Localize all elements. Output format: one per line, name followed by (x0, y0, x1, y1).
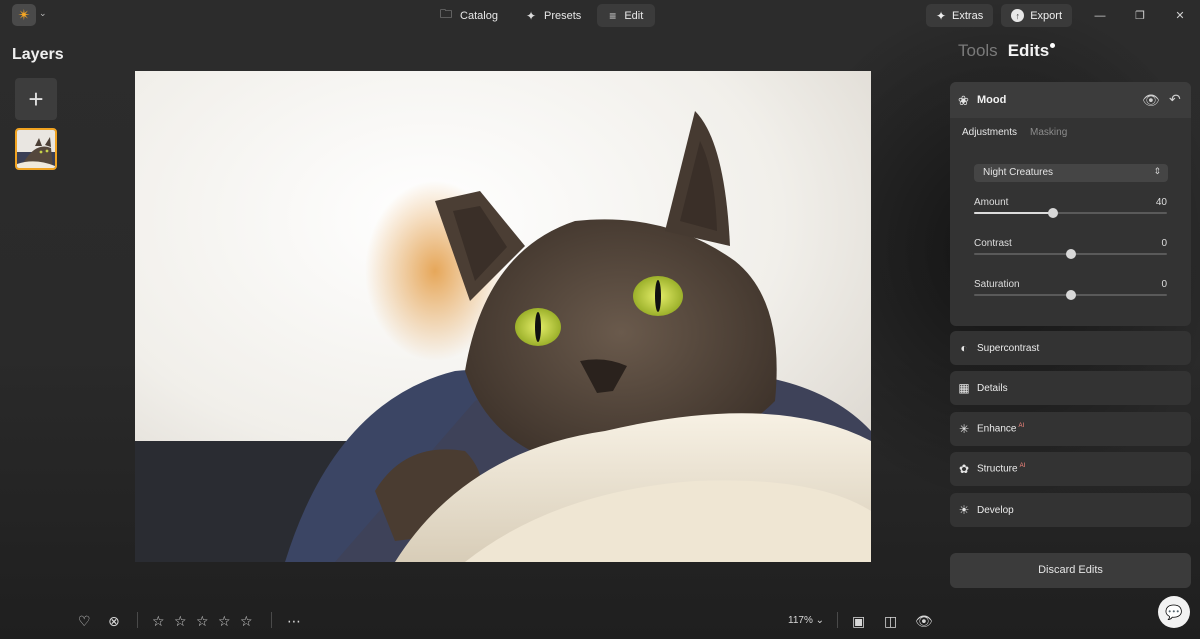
section-structure-label: Structure AI (977, 463, 1025, 474)
mood-preset-select[interactable]: Night Creatures ⇕ (974, 164, 1168, 182)
app-logo-icon[interactable]: ✴ (12, 4, 36, 26)
heart-icon[interactable]: ♡ (78, 613, 91, 630)
reject-icon[interactable]: ⊗ (108, 613, 120, 630)
eye-icon[interactable]: 👁 (1142, 92, 1160, 109)
section-develop-label: Develop (977, 504, 1014, 516)
contrast-label: Contrast (974, 238, 1012, 249)
top-right-controls: ✦ Extras ↑ Export — ❐ ✕ (925, 4, 1200, 27)
tab-edits-label: Edits (1007, 41, 1050, 60)
tab-adjustments[interactable]: Adjustments (962, 127, 1017, 138)
section-supercontrast-label: Supercontrast (977, 342, 1040, 354)
sparkle-icon: ✦ (935, 8, 947, 23)
mood-title: Mood (977, 94, 1007, 106)
structure-icon: ✿ (958, 462, 970, 476)
enhance-sparkle-icon: ✳ (958, 422, 970, 436)
edits-indicator-dot (1050, 43, 1056, 48)
layer-thumbnail[interactable] (15, 128, 57, 170)
plus-icon: + (28, 83, 44, 114)
divider (837, 612, 838, 628)
top-bar: ✴ ⌄ 🗀 Catalog ✦ Presets ≡ Edit ✦ Extras … (0, 0, 1200, 32)
tab-catalog[interactable]: 🗀 Catalog (428, 4, 510, 27)
bottom-toolbar: ♡ ⊗ ☆ ☆ ☆ ☆ ☆ ⋯ 117% ⌄ ▣ ◫ 👁 (0, 606, 950, 636)
section-enhance[interactable]: ✳ Enhance AI (950, 412, 1191, 446)
saturation-knob[interactable] (1065, 290, 1076, 300)
export-button[interactable]: ↑ Export (1001, 4, 1072, 27)
saturation-value: 0 (1161, 279, 1167, 290)
layers-title: Layers (12, 46, 64, 63)
star-icon[interactable]: ☆ (152, 613, 165, 630)
amount-fill (974, 212, 1054, 214)
extras-label: Extras (952, 9, 984, 22)
zoom-value: 117% (788, 615, 813, 626)
amount-value: 40 (1155, 197, 1167, 208)
section-structure[interactable]: ✿ Structure AI (950, 452, 1191, 486)
divider (137, 612, 138, 628)
amount-knob[interactable] (1048, 208, 1059, 218)
contrast-value: 0 (1161, 238, 1167, 249)
tab-masking[interactable]: Masking (1030, 127, 1067, 138)
star-icon[interactable]: ☆ (240, 613, 253, 630)
restore-icon[interactable]: ❐ (1120, 9, 1160, 22)
zoom-level[interactable]: 117% ⌄ (788, 615, 824, 626)
mood-panel: ❀ Mood 👁 ↶ Adjustments Masking Night Cre… (950, 82, 1191, 326)
chat-icon: 💬 (1165, 603, 1183, 620)
chat-assistant-button[interactable]: 💬 (1158, 596, 1190, 628)
extras-button[interactable]: ✦ Extras (925, 4, 994, 27)
contrast-slider[interactable]: Contrast 0 (974, 238, 1167, 266)
section-develop[interactable]: ☀ Develop (950, 493, 1191, 527)
amount-label: Amount (974, 197, 1009, 208)
export-icon: ↑ (1011, 9, 1025, 22)
structure-text: Structure (977, 463, 1018, 475)
compare-icon[interactable]: ◫ (884, 613, 897, 630)
amount-slider[interactable]: Amount 40 (974, 197, 1167, 225)
divider (271, 612, 272, 628)
saturation-label: Saturation (974, 279, 1020, 290)
export-label: Export (1030, 9, 1062, 22)
tab-edit[interactable]: ≡ Edit (597, 4, 656, 27)
mood-subtabs: Adjustments Masking (962, 127, 1067, 138)
section-supercontrast[interactable]: ◐ Supercontrast (950, 331, 1191, 365)
star-icon[interactable]: ☆ (218, 613, 231, 630)
tab-presets-label: Presets (544, 9, 582, 22)
enhance-text: Enhance (977, 423, 1017, 435)
mood-icon: ❀ (958, 93, 969, 108)
section-details-label: Details (977, 382, 1008, 394)
enhance-ai-badge: AI (1018, 423, 1025, 430)
tab-edits[interactable]: Edits (1008, 41, 1056, 61)
mood-header[interactable]: ❀ Mood 👁 ↶ (950, 82, 1191, 118)
close-icon[interactable]: ✕ (1160, 9, 1200, 22)
tab-presets[interactable]: ✦ Presets (514, 4, 593, 27)
reset-icon[interactable]: ↶ (1169, 91, 1181, 108)
minimize-icon[interactable]: — (1080, 10, 1120, 22)
structure-ai-badge: AI (1019, 463, 1026, 470)
select-chevron-icon: ⇕ (1153, 166, 1161, 176)
fit-view-icon[interactable]: ▣ (852, 613, 865, 630)
preview-eye-icon[interactable]: 👁 (915, 613, 933, 630)
contrast-knob[interactable] (1065, 249, 1076, 259)
saturation-slider[interactable]: Saturation 0 (974, 279, 1167, 307)
discard-edits-button[interactable]: Discard Edits (950, 553, 1191, 588)
add-layer-button[interactable]: + (15, 78, 57, 120)
sliders-icon: ≡ (609, 8, 617, 23)
sparkle-icon: ✦ (525, 8, 536, 23)
star-icon[interactable]: ☆ (174, 613, 187, 630)
mode-switcher: 🗀 Catalog ✦ Presets ≡ Edit (428, 4, 656, 27)
panel-tabs: Tools Edits (958, 41, 1056, 61)
main-photo[interactable] (135, 71, 871, 562)
tab-tools[interactable]: Tools (958, 41, 998, 61)
more-options-icon[interactable]: ⋯ (287, 613, 301, 630)
chevron-down-icon[interactable]: ⌄ (39, 8, 47, 19)
tab-catalog-label: Catalog (460, 9, 498, 22)
grid-icon: ▦ (958, 381, 970, 395)
half-circle-icon: ◐ (960, 341, 968, 355)
sun-icon: ☀ (958, 503, 970, 517)
cat-photo (135, 71, 871, 562)
mood-preset-value: Night Creatures (983, 167, 1054, 178)
folder-icon: 🗀 (440, 7, 453, 21)
tab-edit-label: Edit (624, 9, 644, 22)
star-icon[interactable]: ☆ (196, 613, 209, 630)
section-enhance-label: Enhance AI (977, 423, 1024, 434)
section-details[interactable]: ▦ Details (950, 371, 1191, 405)
layer-thumbnail-image (17, 130, 55, 168)
